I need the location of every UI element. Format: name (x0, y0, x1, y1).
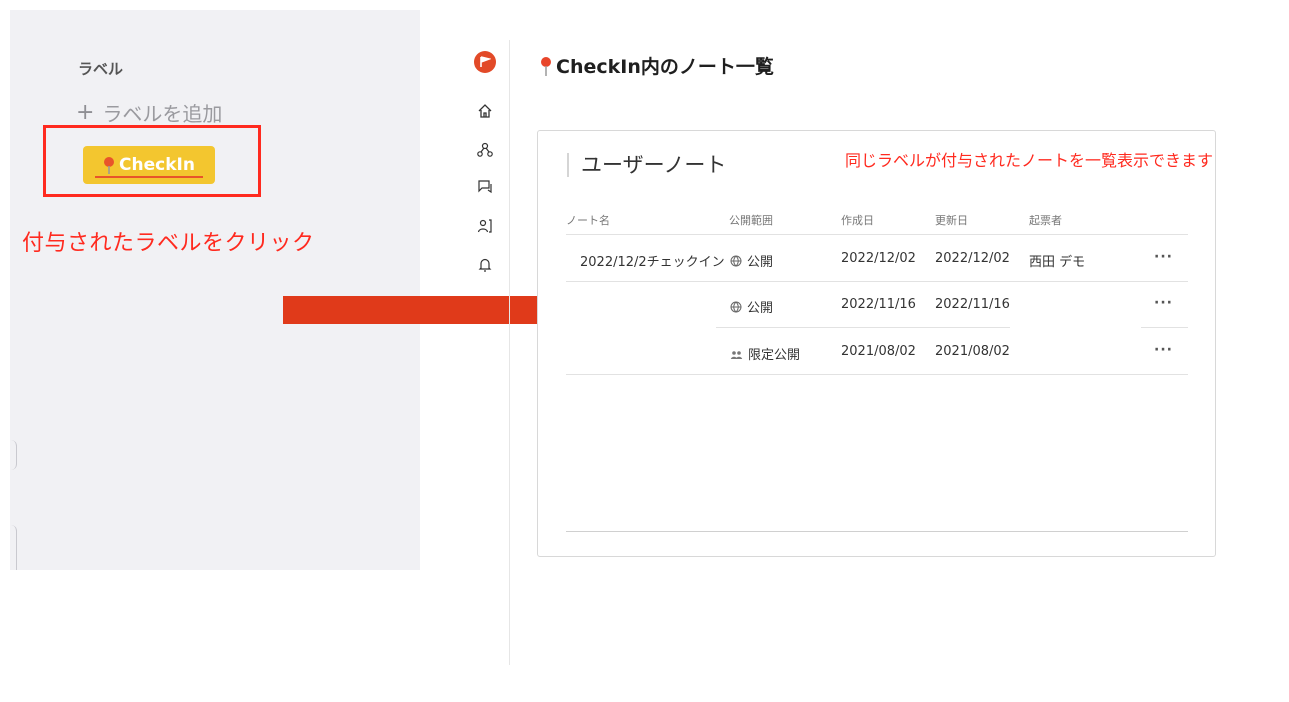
home-icon[interactable] (474, 100, 496, 122)
pin-icon (104, 157, 115, 174)
column-header-name[interactable]: ノート名 (566, 212, 610, 228)
column-header-author[interactable]: 起票者 (1029, 212, 1062, 228)
updated-date: 2021/08/02 (935, 344, 1010, 359)
logo-flag-icon[interactable] (474, 51, 496, 73)
add-label-button[interactable]: + ラベルを追加 (76, 98, 222, 127)
visibility-label: 公開 (747, 301, 774, 316)
row-divider (1141, 327, 1188, 328)
label-heading: ラベル (78, 60, 124, 78)
plus-icon: + (76, 99, 95, 125)
globe-icon (730, 301, 742, 313)
column-header-updated[interactable]: 更新日 (935, 212, 968, 228)
created-date: 2022/11/16 (841, 297, 916, 312)
page-title: CheckIn内のノート一覧 (540, 52, 774, 79)
group-icon (730, 350, 743, 359)
visibility-label: 限定公開 (748, 348, 801, 363)
author: 西田 デモ (1029, 255, 1086, 270)
bell-icon[interactable] (474, 254, 496, 276)
column-header-created[interactable]: 作成日 (841, 212, 874, 228)
more-options-icon[interactable]: ··· (1154, 249, 1173, 265)
annotation-text: 同じラベルが付与されたノートを一覧表示できます (845, 151, 1214, 170)
created-date: 2021/08/02 (841, 344, 916, 359)
contacts-icon[interactable] (474, 215, 496, 237)
visibility-label: 公開 (747, 255, 774, 270)
globe-icon (730, 255, 742, 267)
section-title: ユーザーノート (567, 153, 726, 177)
panel-edge (10, 525, 17, 570)
row-divider (716, 327, 1010, 328)
row-divider (566, 281, 1188, 282)
checkin-label-text: CheckIn (119, 155, 195, 175)
instruction-caption: 付与されたラベルをクリック (22, 231, 315, 256)
note-name[interactable]: 2022/12/2チェックイン (580, 251, 725, 270)
panel-edge (10, 440, 17, 470)
page-title-text: CheckIn内のノート一覧 (556, 56, 774, 78)
pin-icon (541, 56, 551, 76)
add-label-text: ラベルを追加 (102, 102, 223, 126)
more-options-icon[interactable]: ··· (1154, 342, 1173, 358)
updated-date: 2022/11/16 (935, 297, 1010, 312)
created-date: 2022/12/02 (841, 251, 916, 266)
more-options-icon[interactable]: ··· (1154, 295, 1173, 311)
chat-icon[interactable] (474, 176, 496, 198)
visibility-cell: 限定公開 (730, 344, 800, 363)
table-divider (566, 234, 1188, 235)
chip-underline (95, 176, 203, 178)
row-divider (566, 374, 1188, 375)
nav-divider (509, 40, 510, 665)
visibility-cell: 公開 (730, 251, 773, 270)
visibility-cell: 公開 (730, 297, 773, 316)
column-header-visibility[interactable]: 公開範囲 (729, 212, 773, 228)
checkin-label-chip[interactable]: CheckIn (83, 146, 215, 184)
updated-date: 2022/12/02 (935, 251, 1010, 266)
network-icon[interactable] (474, 139, 496, 161)
table-footer-line (566, 531, 1188, 532)
